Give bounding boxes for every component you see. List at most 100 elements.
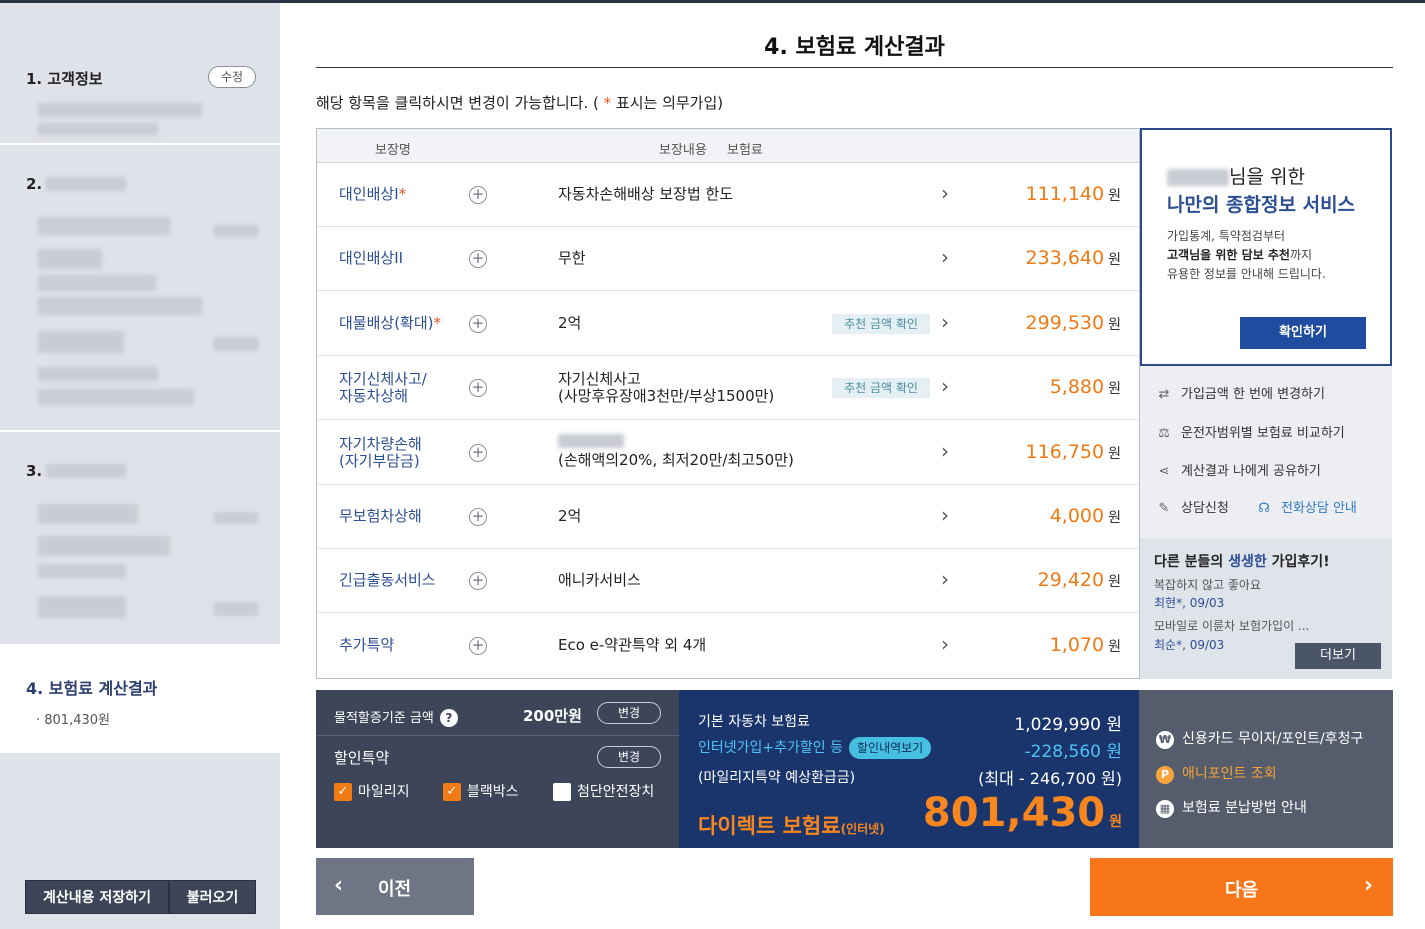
redacted-text bbox=[38, 596, 126, 618]
share-result-link[interactable]: ⋖ 계산결과 나에게 공유하기 bbox=[1155, 460, 1321, 479]
compare-premium-link[interactable]: ⚖ 운전자범위별 보험료 비교하기 bbox=[1155, 422, 1345, 441]
reviews-heading: 다른 분들의 생생한 가입후기! bbox=[1154, 551, 1330, 571]
coverage-name[interactable]: 자기차량손해 (자기부담금) bbox=[339, 435, 422, 470]
check-icon: ✓ bbox=[334, 783, 352, 801]
chevron-right-icon[interactable]: › bbox=[941, 181, 949, 205]
coverage-row[interactable]: 무보험차상해 +2억 › 4,000 원 bbox=[317, 485, 1139, 549]
premium-value: 116,750 bbox=[1025, 440, 1105, 463]
won-unit: 원 bbox=[1108, 510, 1121, 526]
coverage-content[interactable]: Eco e-약관특약 외 4개 bbox=[558, 637, 706, 654]
coverage-row[interactable]: 자기신체사고/자동차상해 + 자기신체사고 (사망후유장애3천만/부상1500만) 추천… bbox=[317, 356, 1139, 420]
edit-button[interactable]: 수정 bbox=[208, 66, 256, 88]
phone-consult-link[interactable]: ☊ 전화상담 안내 bbox=[1255, 497, 1357, 516]
recommend-amount-button[interactable]: 추천 금액 확인 bbox=[832, 313, 930, 334]
coverage-premium: 233,640 원 bbox=[1026, 247, 1121, 269]
action-label: 계산결과 나에게 공유하기 bbox=[1181, 464, 1321, 479]
coverage-name[interactable]: 대물배상(확대)* bbox=[339, 313, 441, 332]
coverage-content[interactable]: (손해액의20%, 최저20만/최고50만) bbox=[558, 433, 794, 469]
prev-button[interactable]: ‹ 이전 bbox=[316, 858, 474, 915]
change-amount-link[interactable]: ⇄ 가입금액 한 번에 변경하기 bbox=[1155, 383, 1325, 402]
chevron-right-icon[interactable]: › bbox=[941, 632, 949, 656]
col-header-name: 보장명 bbox=[375, 143, 411, 158]
consult-request-link[interactable]: ✎ 상담신청 bbox=[1155, 497, 1229, 516]
coverage-row[interactable]: 대인배상I* + 자동차손해배상 보장법 한도 › 111,140 원 bbox=[317, 163, 1139, 227]
reviews-panel: 다른 분들의 생생한 가입후기! 복잡하지 않고 좋아요 최현*, 09/03 … bbox=[1140, 538, 1392, 679]
expand-plus-icon[interactable]: + bbox=[469, 379, 487, 397]
premium-summary: 기본 자동차 보험료 1,029,990 원 인터넷가입+추가할인 등 할인내역보… bbox=[679, 690, 1139, 848]
expand-plus-icon[interactable]: + bbox=[469, 250, 487, 268]
review-text[interactable]: 모바일로 이륜차 보험가입이 ... bbox=[1154, 617, 1309, 634]
change-mileage-button[interactable]: 변경 bbox=[597, 702, 661, 724]
coverage-content[interactable]: 무한 bbox=[558, 250, 586, 267]
expand-plus-icon[interactable]: + bbox=[469, 572, 487, 590]
coverage-content[interactable]: 2억 bbox=[558, 314, 581, 332]
coverage-row[interactable]: 긴급출동서비스 + 애니카서비스 › 29,420 원 bbox=[317, 549, 1139, 613]
action-list: ⇄ 가입금액 한 번에 변경하기 ⚖ 운전자범위별 보험료 비교하기 ⋖ 계산결과 나… bbox=[1140, 366, 1392, 538]
notice-text: 해당 항목을 클릭하시면 변경이 가능합니다. ( * 표시는 의무가입) bbox=[316, 92, 723, 113]
expand-plus-icon[interactable]: + bbox=[469, 637, 487, 655]
discount-detail-button[interactable]: 할인내역보기 bbox=[848, 737, 932, 759]
installment-guide-link[interactable]: ▦ 보험료 분납방법 안내 bbox=[1156, 797, 1307, 818]
redacted-text bbox=[46, 177, 126, 191]
coverage-name[interactable]: 대인배상II bbox=[339, 250, 403, 267]
chevron-right-icon[interactable]: › bbox=[941, 310, 949, 334]
review-text[interactable]: 복잡하지 않고 좋아요 bbox=[1154, 576, 1261, 593]
card-benefit-link[interactable]: ₩ 신용카드 무이자/포인트/후청구 bbox=[1156, 728, 1363, 749]
safety-device-checkbox[interactable]: 첨단안전장치 bbox=[553, 781, 654, 801]
coverage-row[interactable]: 대물배상(확대)* +2억 추천 금액 확인 › 299,530 원 bbox=[317, 291, 1139, 356]
coverage-name[interactable]: 대인배상I* bbox=[339, 186, 406, 203]
expand-plus-icon[interactable]: + bbox=[469, 443, 487, 462]
coverage-row[interactable]: 자기차량손해 (자기부담금) + (손해액의20%, 최저20만/최고50만) › 116… bbox=[317, 420, 1139, 485]
discount-row: 인터넷가입+추가할인 등 할인내역보기 bbox=[698, 737, 932, 759]
review-author: 최순*, 09/03 bbox=[1154, 638, 1225, 652]
coverage-name-text: 대물배상(확대) bbox=[339, 313, 434, 332]
coverage-content[interactable]: 자동차손해배상 보장법 한도 bbox=[558, 186, 733, 203]
coverage-row[interactable]: 대인배상II + 무한 › 233,640 원 bbox=[317, 227, 1139, 291]
promo-confirm-button[interactable]: 확인하기 bbox=[1240, 317, 1366, 349]
coverage-name[interactable]: 자기신체사고/자동차상해 bbox=[339, 371, 427, 405]
anypoint-link[interactable]: P 애니포인트 조회 bbox=[1156, 763, 1277, 784]
promo-desc: 가입통계, 특약점검부터 고객님을 위한 담보 추천까지 유용한 정보를 안내해… bbox=[1167, 227, 1326, 284]
next-button[interactable]: 다음 › bbox=[1090, 858, 1393, 916]
blackbox-checkbox[interactable]: ✓ 블랙박스 bbox=[443, 781, 519, 801]
sidebar-section-customer[interactable]: 1. 고객정보 수정 bbox=[0, 3, 280, 145]
coverage-row[interactable]: 추가특약 + Eco e-약관특약 외 4개 › 1,070 원 bbox=[317, 613, 1139, 679]
chevron-right-icon: › bbox=[1363, 873, 1373, 898]
premium-value: 5,880 bbox=[1049, 376, 1105, 398]
change-discount-button[interactable]: 변경 bbox=[597, 746, 661, 768]
expand-plus-icon[interactable]: + bbox=[469, 508, 487, 526]
chevron-right-icon[interactable]: › bbox=[941, 245, 949, 269]
refund-value: (최대 - 246,700 원) bbox=[978, 769, 1122, 788]
unchecked-box bbox=[553, 783, 571, 801]
base-premium-value: 1,029,990 원 bbox=[1014, 715, 1122, 735]
coverage-name[interactable]: 긴급출동서비스 bbox=[339, 572, 436, 589]
chevron-right-icon[interactable]: › bbox=[941, 567, 949, 591]
promo-desc2: 고객님을 위한 담보 추천까지 bbox=[1167, 246, 1326, 265]
coverage-name[interactable]: 추가특약 bbox=[339, 637, 394, 654]
next-label: 다음 bbox=[1224, 880, 1259, 901]
expand-plus-icon[interactable]: + bbox=[469, 314, 487, 333]
coverage-content[interactable]: 자기신체사고 (사망후유장애3천만/부상1500만) bbox=[558, 371, 774, 405]
load-button[interactable]: 불러오기 bbox=[169, 880, 256, 914]
chevron-right-icon[interactable]: › bbox=[941, 503, 949, 527]
base-premium-label: 기본 자동차 보험료 bbox=[698, 714, 810, 730]
page-title: 4. 보험료 계산결과 bbox=[764, 35, 945, 60]
total-premium-value: 801,430 bbox=[922, 790, 1106, 836]
coverage-name[interactable]: 무보험차상해 bbox=[339, 508, 422, 525]
mileage-checkbox[interactable]: ✓ 마일리지 bbox=[334, 781, 410, 801]
coverage-content[interactable]: 2억 bbox=[558, 508, 581, 525]
chevron-right-icon[interactable]: › bbox=[941, 374, 949, 398]
expand-plus-icon[interactable]: + bbox=[469, 186, 487, 204]
help-icon[interactable]: ? bbox=[439, 709, 458, 727]
direct-label-text: 다이렉트 보험료 bbox=[698, 814, 841, 838]
action-label: 가입금액 한 번에 변경하기 bbox=[1181, 387, 1325, 402]
more-reviews-button[interactable]: 더보기 bbox=[1295, 643, 1381, 669]
sidebar-section-2[interactable]: 2. bbox=[0, 145, 280, 432]
chevron-right-icon[interactable]: › bbox=[941, 439, 949, 463]
recommend-amount-button[interactable]: 추천 금액 확인 bbox=[832, 378, 930, 398]
checkbox-label: 블랙박스 bbox=[467, 784, 519, 800]
sidebar-section-result[interactable]: 4. 보험료 계산결과 · 801,430원 bbox=[0, 646, 280, 753]
save-calc-button[interactable]: 계산내용 저장하기 bbox=[25, 880, 169, 914]
coverage-content[interactable]: 애니카서비스 bbox=[558, 572, 641, 589]
sidebar-section-3[interactable]: 3. bbox=[0, 432, 280, 646]
